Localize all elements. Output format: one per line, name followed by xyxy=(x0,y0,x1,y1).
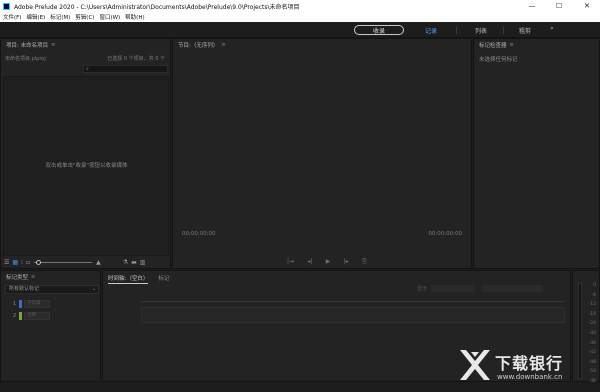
panel-menu-icon[interactable]: ≡ xyxy=(51,42,55,48)
project-panel-title: 项目: 未命名项目 xyxy=(6,42,49,49)
meter-tick: -30 xyxy=(588,330,596,336)
workspace-capture[interactable]: 收录 xyxy=(354,25,404,35)
marker-set-value: 所有默认标记 xyxy=(9,286,40,292)
tab-markers[interactable]: 标记 xyxy=(158,274,169,284)
project-file-name: 未命名项目.plproj xyxy=(5,56,46,62)
step-back-icon[interactable]: ◂| xyxy=(307,258,312,266)
export-frame-icon[interactable]: ⎘ xyxy=(362,258,367,266)
workspace-log[interactable]: 记录 xyxy=(418,25,444,35)
project-panel: 项目: 未命名项目 ≡ 未命名项目.plproj 已选择 0 个项目，共 0 个… xyxy=(0,38,171,269)
timeline-tools: 显示 xyxy=(417,285,544,292)
title-bar: Adobe Prelude 2020 - C:\Users\Administra… xyxy=(0,0,600,12)
current-timecode[interactable]: 00;00;00;00 xyxy=(182,231,216,237)
new-item-icon[interactable]: ⚗ xyxy=(123,259,128,266)
marker-type-label: 注释 xyxy=(24,311,50,320)
marker-set-select[interactable]: 所有默认标记 ⌄ xyxy=(5,285,99,294)
app-icon xyxy=(3,2,10,10)
menu-clip[interactable]: 剪辑(C) xyxy=(75,13,94,21)
workspace-overflow-icon[interactable]: » xyxy=(550,25,554,32)
inspector-panel-header: 标记检查器 ≡ xyxy=(474,39,599,50)
menu-bar: 文件(F) 编辑(E) 标记(M) 剪辑(C) 窗口(W) 帮助(H) xyxy=(0,12,600,22)
menu-window[interactable]: 窗口(W) xyxy=(99,13,120,21)
meter-tick: 0 xyxy=(593,283,596,288)
minimize-button[interactable]: — xyxy=(522,0,542,12)
duration-timecode: 00;00;00;00 xyxy=(428,231,462,237)
list-view-icon[interactable]: ☰ xyxy=(4,259,9,266)
panel-menu-icon[interactable]: ≡ xyxy=(31,274,35,280)
no-marker-selected-text: 未选择任何标记 xyxy=(479,57,518,63)
tab-timeline[interactable]: 时间轴:（空白） xyxy=(108,274,149,284)
slider-handle[interactable] xyxy=(36,260,42,265)
marker-type-row-subclip[interactable]: 1 子剪辑 xyxy=(13,299,50,308)
watermark-text: 下载银行 xyxy=(495,354,564,373)
window-title: Adobe Prelude 2020 - C:\Users\Administra… xyxy=(14,3,300,11)
marker-type-label: 子剪辑 xyxy=(24,299,50,308)
menu-marker[interactable]: 标记(M) xyxy=(50,13,70,21)
delete-icon[interactable]: ▥ xyxy=(140,259,146,266)
watermark-logo-icon xyxy=(460,350,490,380)
project-panel-header: 项目: 未命名项目 ≡ xyxy=(1,39,170,50)
meter-tick: -12 xyxy=(588,302,596,308)
workspace-divider xyxy=(456,26,457,34)
marker-type-panel-header: 标记类型 ≡ xyxy=(1,271,100,282)
panel-menu-icon[interactable]: ≡ xyxy=(221,42,225,48)
new-bin-icon[interactable]: ▬ xyxy=(131,259,137,266)
maximize-button[interactable]: ☐ xyxy=(549,0,569,12)
workspace-divider xyxy=(503,26,504,34)
menu-help[interactable]: 帮助(H) xyxy=(125,13,144,21)
play-icon[interactable]: ▶ xyxy=(326,258,331,266)
marker-color-swatch xyxy=(19,311,22,320)
marker-type-panel: 标记类型 ≡ 所有默认标记 ⌄ 1 子剪辑 2 注释 xyxy=(0,270,101,382)
zoom-in-icon[interactable]: ▲ xyxy=(96,259,101,266)
meter-tick: -18 xyxy=(588,311,596,317)
icon-view-icon[interactable]: ▦ xyxy=(12,259,18,266)
freeform-view-icon[interactable]: ⁝ xyxy=(21,259,23,266)
timeline-track[interactable] xyxy=(141,307,565,323)
meter-tick: -24 xyxy=(588,321,596,327)
workspace-bar: 收录 记录 列表 粗剪 » xyxy=(0,22,600,38)
timeline-search-input[interactable] xyxy=(483,285,544,292)
panel-menu-icon[interactable]: ≡ xyxy=(510,42,514,48)
go-to-in-icon[interactable]: |⇥ xyxy=(287,258,294,266)
zoom-out-icon[interactable]: ▫ xyxy=(26,259,30,266)
watermark-url: www.downbank.cn xyxy=(497,373,563,381)
watermark: 下载银行 www.downbank.cn xyxy=(455,344,595,388)
meter-tick: -6 xyxy=(591,292,597,298)
selection-count: 已选择 0 个项目，共 0 个 xyxy=(107,56,165,62)
empty-project-hint: 双击或单击"收录"按钮以收录媒体 xyxy=(45,163,128,169)
close-button[interactable]: ✕ xyxy=(577,0,597,12)
timeline-tabs: 时间轴:（空白） 标记 xyxy=(108,274,169,284)
marker-type-panel-title: 标记类型 xyxy=(6,274,29,281)
thumbnail-size-slider[interactable] xyxy=(34,260,93,265)
inspector-panel-title: 标记检查器 xyxy=(479,42,507,49)
marker-inspector-panel: 标记检查器 ≡ 未选择任何标记 xyxy=(473,38,600,269)
timeline-zoom-label: 显示 xyxy=(417,286,428,292)
marker-type-row-comment[interactable]: 2 注释 xyxy=(13,311,50,320)
workspace-list[interactable]: 列表 xyxy=(468,25,494,35)
workspace-rough-cut[interactable]: 粗剪 xyxy=(512,25,538,35)
menu-file[interactable]: 文件(F) xyxy=(3,13,21,21)
transport-controls: |⇥ ◂| ▶ |▸ ⎘ xyxy=(287,258,367,266)
monitor-panel-header: 节目:（无序列） ≡ xyxy=(173,39,471,50)
timeline-zoom-select[interactable] xyxy=(431,285,476,292)
search-icon: ⌕ xyxy=(86,66,89,72)
project-toolbar: ☰ ▦ ⁝ ▫ ▲ ⚗ ▬ ▥ xyxy=(1,257,170,268)
step-forward-icon[interactable]: |▸ xyxy=(344,258,349,266)
chevron-down-icon: ⌄ xyxy=(91,286,96,292)
marker-color-swatch xyxy=(19,299,22,308)
timeline-ruler[interactable] xyxy=(141,301,565,302)
monitor-panel-title: 节目:（无序列） xyxy=(178,42,219,49)
monitor-panel: 节目:（无序列） ≡ 00;00;00;00 00;00;00;00 |⇥ ◂|… xyxy=(172,38,472,269)
project-search-input[interactable]: ⌕ xyxy=(83,65,168,73)
menu-edit[interactable]: 编辑(E) xyxy=(26,13,45,21)
